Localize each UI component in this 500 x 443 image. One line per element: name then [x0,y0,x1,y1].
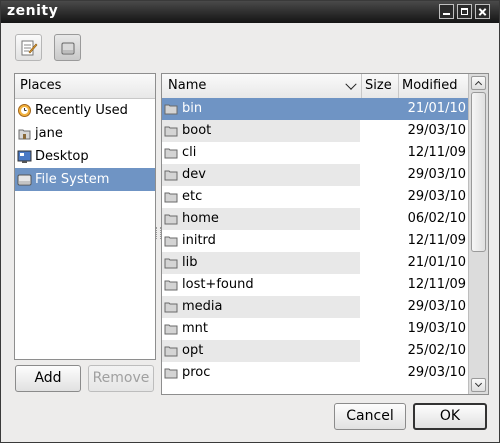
add-button-label: Add [34,370,62,386]
place-label: Desktop [35,149,89,164]
column-modified-header[interactable]: Modified [399,74,468,98]
file-row[interactable]: lib 21/01/10 [162,252,468,274]
file-modified: 12/11/09 [407,233,466,248]
file-row[interactable]: etc 29/03/10 [162,186,468,208]
folder-icon [164,104,178,115]
folder-icon [164,170,178,181]
file-name: cli [182,145,197,160]
file-modified: 29/03/10 [407,123,466,138]
file-row[interactable]: home 06/02/10 [162,208,468,230]
places-header-label: Places [20,78,62,93]
column-modified-label: Modified [402,78,458,93]
folder-icon [164,214,178,225]
file-modified: 19/03/10 [407,321,466,336]
folder-icon [164,346,178,357]
window-title: zenity [7,3,59,19]
title-bar[interactable]: zenity [1,1,499,23]
file-list-header: Name Size Modified [162,74,468,99]
file-row[interactable]: media 29/03/10 [162,296,468,318]
file-row[interactable]: initrd 12/11/09 [162,230,468,252]
folder-icon [164,192,178,203]
file-row[interactable]: bin 21/01/10 [162,98,468,120]
cancel-button-label: Cancel [346,408,394,424]
file-modified: 21/01/10 [407,255,466,270]
recent-icon [18,104,31,117]
place-desktop[interactable]: Desktop [15,145,155,168]
remove-bookmark-button[interactable]: Remove [88,365,154,392]
maximize-button[interactable] [457,4,472,19]
file-name: opt [182,343,204,358]
close-button[interactable] [475,4,490,19]
file-name: boot [182,123,212,138]
folder-icon [164,126,178,137]
file-name: proc [182,365,211,380]
filesystem-path-button[interactable] [54,34,81,61]
folder-icon [164,280,178,291]
file-name: initrd [182,233,216,248]
file-name: bin [182,101,203,116]
column-size-header[interactable]: Size [362,74,399,98]
scroll-thumb[interactable] [471,92,486,252]
file-row[interactable]: cli 12/11/09 [162,142,468,164]
file-list-scrollbar[interactable] [468,74,488,394]
file-modified: 25/02/10 [407,343,466,358]
file-row[interactable]: dev 29/03/10 [162,164,468,186]
file-modified: 21/01/10 [407,101,466,116]
file-modified: 29/03/10 [407,299,466,314]
type-location-button[interactable] [15,34,42,61]
column-name-header[interactable]: Name [162,74,362,98]
folder-icon [164,324,178,335]
scroll-down-button[interactable] [471,378,486,392]
place-jane[interactable]: jane [15,122,155,145]
file-name: dev [182,167,206,182]
file-chooser-window: zenity Places Recently Used jane Desktop… [0,0,500,443]
file-modified: 29/03/10 [407,167,466,182]
file-rows: bin 21/01/10 boot 29/03/10 cli 12/11/09 dev… [162,98,468,384]
folder-icon [164,148,178,159]
file-row[interactable]: proc 29/03/10 [162,362,468,384]
column-size-label: Size [365,78,392,93]
ok-button[interactable]: OK [413,403,487,430]
add-bookmark-button[interactable]: Add [15,365,81,392]
place-recently-used[interactable]: Recently Used [15,99,155,122]
file-name: mnt [182,321,208,336]
file-name: lib [182,255,198,270]
file-modified: 12/11/09 [407,277,466,292]
column-name-label: Name [168,78,207,93]
file-modified: 29/03/10 [407,189,466,204]
cancel-button[interactable]: Cancel [334,403,406,430]
file-name: etc [182,189,203,204]
desktop-icon [17,150,32,163]
place-label: Recently Used [35,103,128,118]
home-folder-icon [18,129,31,140]
scroll-up-button[interactable] [471,76,486,90]
file-name: lost+found [182,277,254,292]
folder-icon [164,368,178,379]
file-row[interactable]: mnt 19/03/10 [162,318,468,340]
places-panel: Places Recently Used jane Desktop File S… [14,73,156,360]
file-row[interactable]: boot 29/03/10 [162,120,468,142]
remove-button-label: Remove [92,370,150,386]
file-row[interactable]: lost+found 12/11/09 [162,274,468,296]
place-file-system[interactable]: File System [15,168,155,191]
place-label: jane [35,126,63,141]
places-header[interactable]: Places [15,74,155,99]
file-name: home [182,211,219,226]
drive-icon [61,42,75,55]
folder-icon [164,236,178,247]
place-label: File System [35,172,110,187]
file-row[interactable]: opt 25/02/10 [162,340,468,362]
minimize-button[interactable] [439,4,454,19]
file-modified: 12/11/09 [407,145,466,160]
text-editor-icon [21,40,38,56]
folder-icon [164,258,178,269]
file-name: media [182,299,223,314]
drive-icon [17,174,32,186]
file-list: Name Size Modified bin 21/01/10 boot 29/03… [161,73,489,395]
ok-button-label: OK [439,408,461,424]
chevron-down-icon [345,78,357,90]
folder-icon [164,302,178,313]
file-modified: 29/03/10 [407,365,466,380]
file-modified: 06/02/10 [407,211,466,226]
